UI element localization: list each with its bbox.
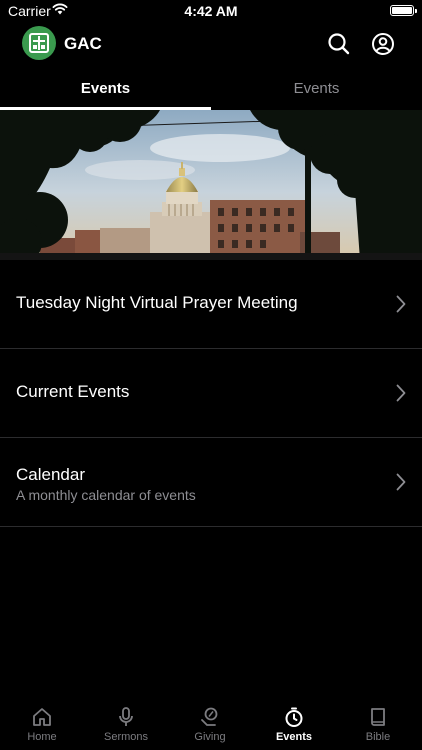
tab-bar-sermons[interactable]: Sermons <box>84 706 168 743</box>
chevron-right-icon <box>396 295 406 313</box>
tab-bar-giving[interactable]: Giving <box>168 706 252 743</box>
status-bar: Carrier 4:42 AM <box>0 0 422 24</box>
tab-label: Events <box>293 80 340 97</box>
hero-image <box>0 110 422 260</box>
tab-bar-label: Sermons <box>103 731 149 743</box>
list-item-prayer-meeting[interactable]: Tuesday Night Virtual Prayer Meeting <box>0 260 422 349</box>
top-tabs: Events Events <box>0 70 422 110</box>
tab-bar-home[interactable]: Home <box>0 706 84 743</box>
events-list: Tuesday Night Virtual Prayer Meeting Cur… <box>0 260 422 527</box>
list-item-current-events[interactable]: Current Events <box>0 349 422 438</box>
list-item-title: Calendar <box>16 465 85 484</box>
list-item-title: Tuesday Night Virtual Prayer Meeting <box>16 293 298 312</box>
tab-bar-bible[interactable]: Bible <box>336 706 420 743</box>
home-icon <box>33 708 51 726</box>
battery-icon <box>390 5 417 16</box>
tab-bar-events[interactable]: Events <box>252 706 336 743</box>
capitol-dome-illustration <box>0 110 422 260</box>
tab-events-secondary[interactable]: Events <box>211 70 422 110</box>
chevron-right-icon <box>396 473 406 491</box>
stopwatch-icon <box>285 707 303 727</box>
tab-bar-label: Giving <box>194 731 226 743</box>
list-item-subtitle: A monthly calendar of events <box>16 487 196 503</box>
church-logo-icon <box>29 33 49 53</box>
list-item-title: Current Events <box>16 382 130 401</box>
chevron-right-icon <box>396 384 406 402</box>
tab-bar-label: Events <box>275 731 313 743</box>
search-icon[interactable] <box>326 31 352 57</box>
tab-events-primary[interactable]: Events <box>0 70 211 110</box>
tab-bar-label: Home <box>27 731 57 743</box>
account-icon[interactable] <box>370 31 396 57</box>
app-title: GAC <box>64 34 102 53</box>
tab-label: Events <box>80 80 131 97</box>
list-item-calendar[interactable]: Calendar A monthly calendar of events <box>0 438 422 527</box>
microphone-icon <box>119 707 133 726</box>
app-header: GAC <box>0 24 422 64</box>
bottom-tab-bar: Home Sermons Giving Events Bible <box>0 700 422 750</box>
status-time: 4:42 AM <box>184 3 238 19</box>
app-logo <box>22 26 56 60</box>
giving-icon <box>201 707 218 726</box>
tab-bar-label: Bible <box>365 731 391 743</box>
book-icon <box>371 708 385 726</box>
